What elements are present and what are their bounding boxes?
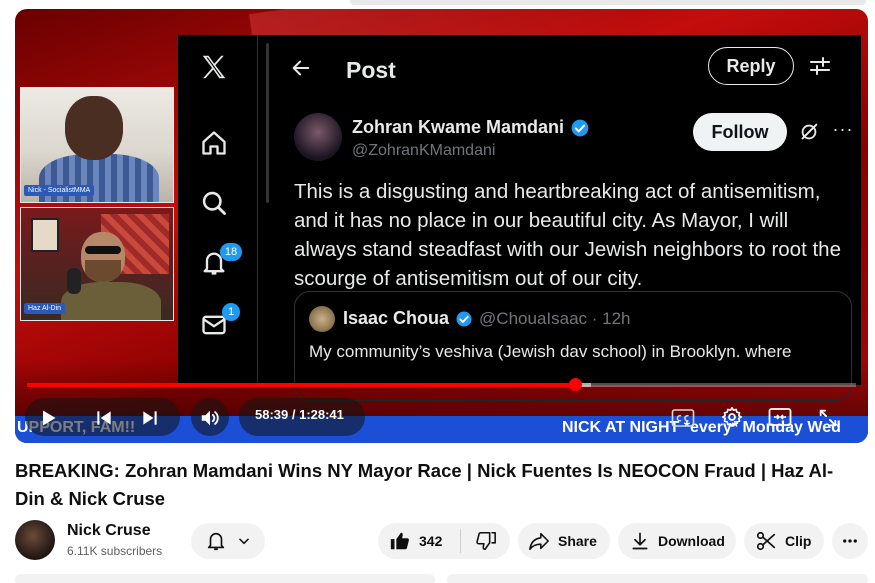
more-horizontal-icon: [843, 539, 857, 543]
settings-button[interactable]: [719, 404, 745, 430]
download-icon: [632, 532, 648, 550]
top-scroll-pill: [350, 0, 866, 5]
channel-name[interactable]: Nick Cruse: [67, 522, 151, 540]
bell-icon: [207, 532, 225, 551]
more-actions-button[interactable]: [832, 523, 868, 559]
x-reply-button: Reply: [708, 47, 794, 85]
x-author-avatar: [294, 113, 342, 161]
description-box-edge: [15, 574, 435, 583]
download-button[interactable]: Download: [618, 523, 736, 559]
like-button[interactable]: 342: [378, 530, 460, 552]
verified-badge-icon: [571, 119, 589, 136]
x-post-main: Post Reply Zohran Kwame Mamdani @ZohranK…: [278, 35, 861, 401]
host-1-head: [65, 96, 123, 160]
microphone: [67, 268, 81, 294]
share-button[interactable]: Share: [518, 523, 610, 559]
channel-avatar[interactable]: [15, 520, 55, 560]
messages-badge: 1: [222, 303, 240, 321]
notifications-bell-button[interactable]: [191, 523, 265, 559]
back-arrow-icon: [286, 53, 316, 83]
x-more-icon: ···: [832, 119, 854, 139]
progress-bar[interactable]: [27, 378, 856, 391]
captions-icon: [671, 409, 695, 427]
play-button[interactable]: [35, 405, 61, 431]
x-home-icon: [196, 125, 232, 161]
x-follow-button: Follow: [693, 113, 787, 151]
quote-author-handle: @ChouaIsaac · 12h: [479, 308, 631, 328]
thumbs-up-icon: [390, 532, 409, 550]
chevron-down-icon: [239, 538, 249, 545]
volume-icon: [201, 410, 219, 426]
dislike-button[interactable]: [461, 530, 510, 552]
x-author-handle: @ZohranKMamdani: [352, 142, 496, 159]
webcam-label-1: Nick - SocialistMMA: [24, 185, 95, 196]
webcam-host-1: Nick - SocialistMMA: [20, 87, 174, 203]
top-bar: [0, 0, 875, 9]
sliders-icon: [806, 52, 834, 80]
volume-button[interactable]: [197, 405, 223, 431]
x-post-screen: 18 1 Post Reply Zohran Kwame Mamdani @Zo…: [178, 35, 861, 401]
quote-author: Isaac Choua @ChouaIsaac · 12h: [343, 308, 631, 329]
scrubber-handle[interactable]: [568, 378, 582, 391]
grok-icon: [796, 119, 822, 145]
comments-box-edge: [447, 574, 868, 583]
previous-button[interactable]: [91, 405, 117, 431]
x-author-name-text: Zohran Kwame Mamdani: [352, 117, 565, 137]
share-label: Share: [558, 533, 597, 549]
notifications-badge: 18: [220, 243, 242, 261]
ticker-right-text: NICK AT NIGHT *every* Monday Wed: [562, 419, 841, 436]
x-logo-icon: [196, 49, 232, 85]
share-icon: [529, 532, 549, 551]
fullscreen-icon: [819, 409, 837, 427]
like-dislike-group: 342: [378, 523, 510, 559]
x-sidebar: 18 1: [178, 35, 258, 385]
clip-button[interactable]: Clip: [744, 523, 824, 559]
clip-label: Clip: [785, 533, 812, 549]
video-player[interactable]: Nick - SocialistMMA Haz Al-Din 18 1 Post…: [15, 9, 868, 443]
fullscreen-button[interactable]: [815, 405, 841, 431]
miniplayer-icon: [768, 408, 792, 426]
webcam-host-2: Haz Al-Din: [20, 207, 174, 321]
x-post-body: This is a disgusting and heartbreaking a…: [294, 180, 841, 290]
host-2-beard: [85, 260, 121, 282]
webcam-label-2: Haz Al-Din: [24, 303, 66, 314]
play-icon: [43, 410, 56, 426]
next-button[interactable]: [137, 405, 163, 431]
download-label: Download: [658, 533, 725, 549]
x-author-name: Zohran Kwame Mamdani: [352, 117, 590, 138]
gear-icon: [722, 407, 742, 427]
scissors-icon: [756, 531, 776, 551]
thumbs-down-icon: [475, 531, 496, 551]
captions-button[interactable]: [670, 407, 696, 429]
progress-played: [27, 383, 575, 387]
video-title: BREAKING: Zohran Mamdani Wins NY Mayor R…: [15, 460, 834, 509]
quote-author-avatar: [309, 306, 335, 332]
time-display: 58:39 / 1:28:41: [255, 407, 344, 422]
like-count: 342: [419, 533, 443, 549]
skip-next-icon: [143, 411, 157, 425]
x-search-icon: [196, 185, 232, 221]
quote-verified-badge-icon: [456, 311, 472, 326]
wall-frame: [31, 218, 59, 252]
host-2-sunglasses: [85, 246, 121, 254]
x-scrollbar: [266, 43, 269, 203]
miniplayer-button[interactable]: [767, 405, 793, 429]
x-post-header-title: Post: [346, 57, 396, 83]
skip-previous-icon: [97, 411, 111, 425]
subscriber-count: 6.11K subscribers: [67, 544, 163, 558]
quote-author-name: Isaac Choua: [343, 308, 450, 328]
